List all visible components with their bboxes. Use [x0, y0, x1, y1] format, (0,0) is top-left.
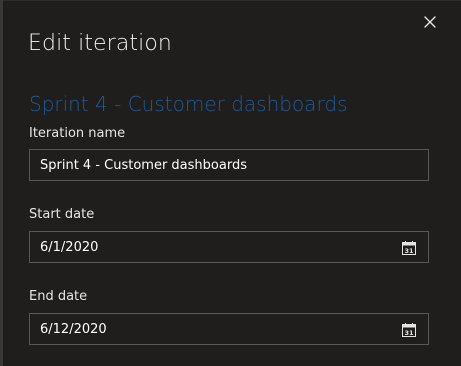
end-date-label: End date: [29, 289, 88, 304]
calendar-day-number: 31: [404, 329, 414, 337]
iteration-heading: Sprint 4 - Customer dashboards: [29, 92, 348, 116]
start-date-input[interactable]: 6/1/2020 31: [29, 231, 429, 263]
dialog-left-edge: [0, 0, 3, 366]
dialog-top-edge: [0, 0, 461, 1]
iteration-name-label: Iteration name: [29, 126, 126, 141]
end-date-calendar-button[interactable]: 31: [401, 322, 417, 338]
calendar-icon[interactable]: 31: [401, 240, 417, 256]
iteration-name-value: Sprint 4 - Customer dashboards: [40, 158, 247, 173]
start-date-value: 6/1/2020: [40, 240, 99, 255]
end-date-value: 6/12/2020: [40, 322, 107, 337]
start-date-calendar-button[interactable]: 31: [401, 240, 417, 256]
iteration-name-input[interactable]: Sprint 4 - Customer dashboards: [29, 149, 429, 181]
close-button[interactable]: [417, 9, 443, 35]
edit-iteration-dialog: Edit iteration Sprint 4 - Customer dashb…: [0, 0, 461, 366]
calendar-day-number: 31: [404, 247, 414, 255]
close-icon[interactable]: [417, 9, 443, 35]
start-date-label: Start date: [29, 207, 95, 222]
dialog-title: Edit iteration: [28, 31, 172, 56]
end-date-input[interactable]: 6/12/2020 31: [29, 313, 429, 345]
calendar-icon[interactable]: 31: [401, 322, 417, 338]
